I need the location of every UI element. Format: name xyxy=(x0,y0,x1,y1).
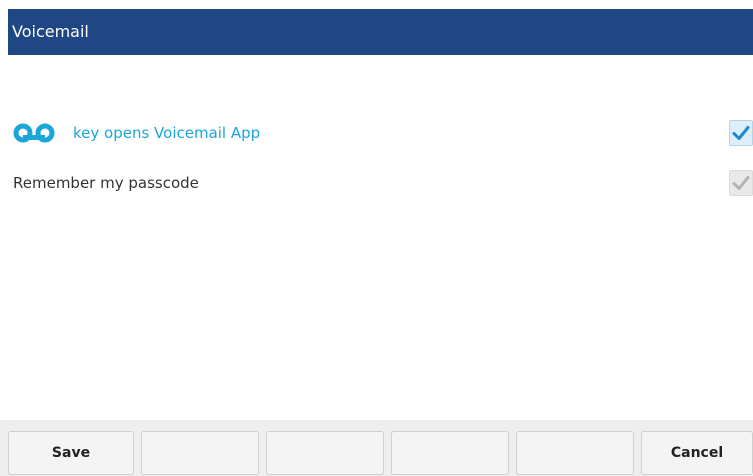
voicemail-icon xyxy=(13,123,55,143)
softkey-2-button[interactable] xyxy=(141,431,259,475)
option-voicemail-key[interactable]: key opens Voicemail App xyxy=(13,116,753,150)
remember-passcode-checkbox[interactable] xyxy=(729,170,753,196)
save-button[interactable]: Save xyxy=(8,431,134,475)
softkey-4-button[interactable] xyxy=(391,431,509,475)
option-remember-passcode[interactable]: Remember my passcode xyxy=(13,166,753,200)
softkey-3-button[interactable] xyxy=(266,431,384,475)
softkey-5-button[interactable] xyxy=(516,431,634,475)
checkmark-icon xyxy=(732,126,750,140)
softkey-bar: Save Cancel xyxy=(0,420,753,476)
page-title: Voicemail xyxy=(8,9,753,55)
voicemail-key-checkbox[interactable] xyxy=(729,120,753,146)
checkmark-icon xyxy=(732,176,750,190)
voicemail-settings-screen: Voicemail key opens Voicemail App Rememb… xyxy=(0,0,753,476)
option-label: key opens Voicemail App xyxy=(73,124,261,142)
option-label: Remember my passcode xyxy=(13,174,199,192)
cancel-button[interactable]: Cancel xyxy=(641,431,753,475)
